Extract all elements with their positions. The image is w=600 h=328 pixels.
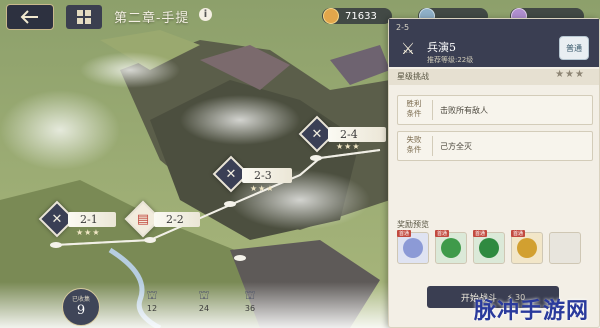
- grid-icon: [77, 10, 91, 24]
- green-orb-icon: [441, 238, 461, 258]
- watermark: 脉冲手游网: [474, 299, 590, 324]
- defeat-condition: 失败 条件 己方全灭: [397, 131, 593, 161]
- crossed-swords-icon: ✕: [51, 211, 63, 227]
- stage-stars-2-3: ★★★: [250, 184, 275, 193]
- milestone-reward-3[interactable]: ⛫ 36: [238, 288, 262, 313]
- victory-text: 击败所有敌人: [440, 106, 488, 115]
- stage-label-2-3[interactable]: 2-3: [242, 168, 292, 183]
- stage-detail-panel: 2-5 ⚔ 兵演5 推荐等级:22级 普通 星级挑战 ★★★ 胜利 条件 击败所…: [388, 18, 600, 328]
- crossed-swords-icon: ✕: [225, 166, 237, 182]
- star-rating: ★★★: [555, 69, 585, 80]
- back-button[interactable]: [6, 4, 54, 30]
- reward-item-2[interactable]: 首通: [435, 230, 467, 264]
- reward-item-3[interactable]: 首通: [473, 230, 505, 264]
- milestone-reward-1[interactable]: ⛫ 12: [140, 288, 164, 313]
- chapter-title: 第二章-手提: [114, 11, 190, 26]
- divider: [432, 136, 433, 156]
- milestone-reward-2[interactable]: ⛫ 24: [192, 288, 216, 313]
- divider: [432, 100, 433, 120]
- collected-label: 已收集: [71, 296, 90, 303]
- chapter-map-button[interactable]: [66, 5, 102, 29]
- sword-emblem-icon: ⚔: [400, 38, 416, 58]
- back-arrow-icon: [20, 10, 38, 24]
- first-clear-tag: 首通: [435, 230, 450, 237]
- crystal-icon: [403, 238, 423, 258]
- reward-chest-icon: ⛫: [146, 288, 158, 302]
- reward-item-1[interactable]: 首通: [397, 230, 429, 264]
- stage-label-2-2[interactable]: 2-2: [154, 212, 200, 227]
- star-challenge-row[interactable]: 星级挑战 ★★★: [389, 69, 599, 85]
- reward-item-empty: [549, 232, 581, 264]
- defeat-text: 己方全灭: [440, 142, 472, 151]
- star-challenge-title: 星级挑战: [397, 72, 429, 81]
- defeat-label: 失败 条件: [406, 135, 422, 154]
- crossed-swords-icon: ✕: [311, 126, 323, 142]
- first-clear-tag: 首通: [511, 230, 526, 237]
- collected-stars-badge[interactable]: 已收集 9: [62, 288, 100, 326]
- victory-label: 胜利 条件: [406, 99, 422, 118]
- victory-condition: 胜利 条件 击败所有敌人: [397, 95, 593, 125]
- rewards-title: 奖励预览: [397, 220, 429, 229]
- panel-header: 2-5 ⚔ 兵演5 推荐等级:22级 普通: [389, 19, 599, 67]
- first-clear-tag: 首通: [397, 230, 412, 237]
- coin-value: 71633: [345, 10, 377, 22]
- recommended-level: 推荐等级:22级: [427, 56, 474, 64]
- currency-coin[interactable]: 71633: [322, 8, 392, 24]
- reward-chest-icon: ⛫: [198, 288, 210, 302]
- stage-stars-2-4: ★★★: [336, 142, 361, 151]
- first-clear-tag: 首通: [473, 230, 488, 237]
- coin-icon: [323, 8, 339, 24]
- stage-label-2-1[interactable]: 2-1: [68, 212, 116, 227]
- stage-stars-2-1: ★★★: [76, 228, 101, 237]
- gold-coin-icon: [517, 238, 537, 258]
- milestone-value: 36: [244, 304, 256, 313]
- difficulty-button[interactable]: 普通: [559, 36, 589, 60]
- stage-code: 2-5: [396, 23, 410, 32]
- document-icon: ▤: [136, 211, 150, 227]
- milestone-value: 12: [146, 304, 158, 313]
- reward-chest-icon: ⛫: [244, 288, 256, 302]
- stage-name: 兵演5: [427, 41, 456, 54]
- milestone-value: 24: [198, 304, 210, 313]
- collected-value: 9: [76, 303, 86, 318]
- reward-item-4[interactable]: 首通: [511, 230, 543, 264]
- info-icon[interactable]: i: [199, 8, 212, 21]
- green-gem-icon: [479, 238, 499, 258]
- stage-label-2-4[interactable]: 2-4: [328, 127, 386, 142]
